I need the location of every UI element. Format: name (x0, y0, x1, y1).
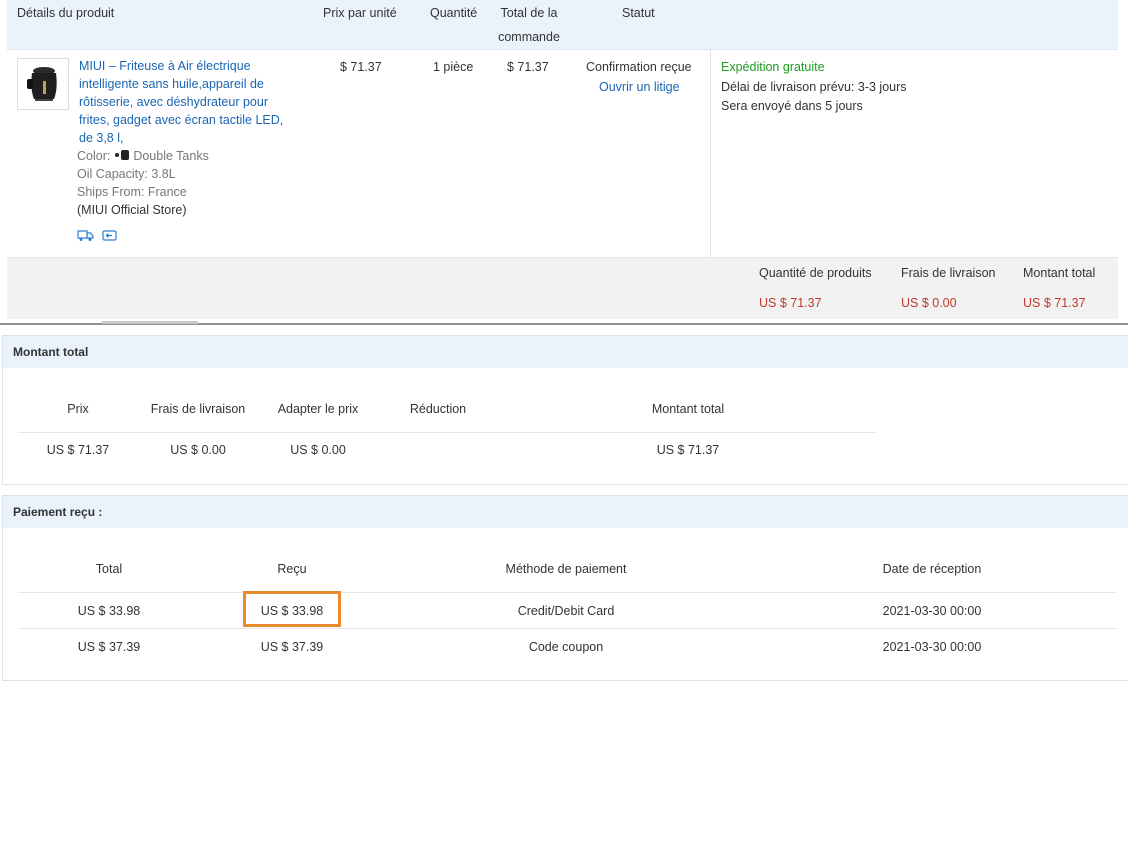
amount-panel-title: Montant total (13, 345, 89, 359)
payment-header-method: Méthode de paiement (505, 562, 627, 576)
payment-panel-title: Paiement reçu : (13, 505, 103, 519)
payment-method-cell: Code coupon (528, 640, 604, 654)
row-divider (18, 628, 1116, 629)
color-label: Color: (77, 149, 111, 163)
product-title-line: rôtisserie, avec déshydrateur pour (79, 95, 268, 109)
amount-header-price: Prix (67, 402, 89, 416)
payment-date-cell: 2021-03-30 00:00 (882, 640, 982, 654)
payment-panel: Paiement reçu : Total Reçu Méthode de pa… (2, 495, 1128, 681)
amount-value-price: US $ 71.37 (46, 443, 110, 457)
free-shipping-label: Expédition gratuite (721, 60, 825, 74)
return-icon[interactable] (102, 229, 117, 245)
shipping-truck-icon[interactable] (77, 229, 94, 245)
product-title-link[interactable]: MIUI – Friteuse à Air électrique intelli… (79, 57, 301, 147)
color-value: Double Tanks (133, 149, 209, 163)
grand-total-value: US $ 71.37 (1023, 296, 1086, 310)
ship-within: Sera envoyé dans 5 jours (721, 99, 863, 113)
product-title-line: intelligente sans huile,appareil de (79, 77, 264, 91)
product-color: Color: Double Tanks (77, 147, 209, 165)
shipping-total-value: US $ 0.00 (901, 296, 957, 310)
amount-value-total: US $ 71.37 (656, 443, 720, 457)
payment-panel-header: Paiement reçu : (3, 496, 1128, 528)
amount-header-adjust: Adapter le prix (277, 402, 359, 416)
product-title-line: de 3,8 l, (79, 131, 124, 145)
horizontal-scrollbar-thumb[interactable] (102, 321, 198, 324)
row-divider (18, 432, 876, 433)
column-divider (710, 50, 711, 257)
payment-header-total: Total (95, 562, 123, 576)
header-order-total-line2: commande (498, 30, 560, 44)
shipping-total-label: Frais de livraison (901, 266, 996, 280)
amount-value-adjust: US $ 0.00 (290, 443, 346, 457)
header-status: Statut (622, 6, 655, 20)
header-order-total: Total de la commande (497, 1, 561, 49)
delivery-estimate: Délai de livraison prévu: 3-3 jours (721, 80, 907, 94)
payment-total-cell: US $ 37.39 (77, 640, 141, 654)
order-table-header: Détails du produit Prix par unité Quanti… (7, 0, 1118, 50)
payment-total-cell: US $ 33.98 (77, 604, 141, 618)
payment-method-cell: Credit/Debit Card (517, 604, 615, 618)
highlight-box (243, 591, 341, 627)
amount-panel-header: Montant total (3, 336, 1128, 368)
air-fryer-image (27, 67, 57, 101)
product-oil-capacity: Oil Capacity: 3.8L (77, 167, 176, 181)
row-divider (18, 592, 1116, 593)
product-title-line: frites, gadget avec écran tactile LED, (79, 113, 284, 127)
amount-header-discount: Réduction (409, 402, 467, 416)
product-thumbnail[interactable] (17, 58, 69, 110)
header-unit-price: Prix par unité (323, 6, 397, 20)
product-title-line: MIUI – Friteuse à Air électrique (79, 59, 251, 73)
unit-price-value: $ 71.37 (340, 60, 382, 74)
payment-date-cell: 2021-03-30 00:00 (882, 604, 982, 618)
products-total-label: Quantité de produits (759, 266, 872, 280)
payment-received-cell: US $ 37.39 (260, 640, 324, 654)
order-total-value: $ 71.37 (507, 60, 549, 74)
quantity-value: 1 pièce (433, 60, 474, 74)
header-quantity: Quantité (430, 6, 478, 20)
order-status: Confirmation reçue (586, 60, 692, 74)
header-product-details: Détails du produit (17, 6, 115, 20)
amount-header-total: Montant total (651, 402, 725, 416)
grand-total-label: Montant total (1023, 266, 1096, 280)
payment-header-received: Reçu (277, 562, 307, 576)
open-dispute-link[interactable]: Ouvrir un litige (599, 80, 680, 94)
payment-header-date: Date de réception (882, 562, 982, 576)
products-total-value: US $ 71.37 (759, 296, 822, 310)
product-ships-from: Ships From: France (77, 185, 187, 199)
color-swatch-icon (114, 150, 129, 160)
amount-value-shipping: US $ 0.00 (170, 443, 226, 457)
amount-header-shipping: Frais de livraison (150, 402, 246, 416)
store-name: (MIUI Official Store) (77, 203, 187, 217)
amount-panel: Montant total Prix Frais de livraison Ad… (2, 335, 1128, 485)
header-order-total-line1: Total de la (500, 6, 558, 20)
